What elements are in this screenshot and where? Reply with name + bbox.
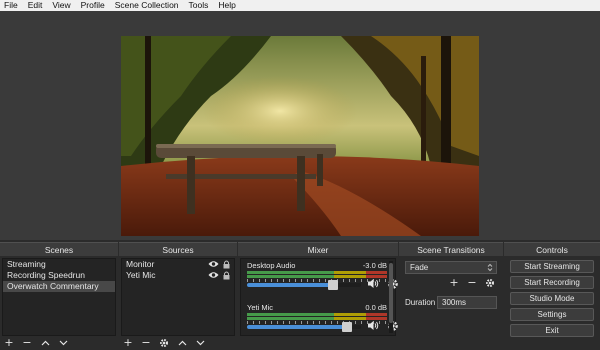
level-meter [247, 313, 387, 324]
sources-dock: Sources Monitor Yeti Mic + − [119, 242, 237, 350]
studio-mode-button[interactable]: Studio Mode [510, 292, 594, 305]
remove-scene-minus-icon[interactable]: − [22, 337, 32, 348]
add-scene-plus-icon[interactable]: + [4, 337, 14, 348]
channel-name: Desktop Audio [247, 261, 296, 270]
add-source-plus-icon[interactable]: + [123, 337, 133, 348]
transition-tools: + − [449, 277, 495, 288]
channel-db: -3.0 dB [362, 261, 387, 270]
start-recording-button[interactable]: Start Recording [510, 276, 594, 289]
transitions-dock: Scene Transitions Fade + − Duration 300m… [399, 242, 503, 350]
meter-ticks [247, 321, 387, 324]
menu-tools[interactable]: Tools [189, 0, 209, 11]
volume-knob[interactable] [342, 322, 353, 332]
mixer-dock: Mixer Desktop Audio -3.0 dB Yeti Mic 0.0 dB [238, 242, 398, 350]
sources-toolbar: + − [123, 336, 233, 350]
move-source-up-chevron-up-icon[interactable] [177, 338, 187, 348]
settings-button[interactable]: Settings [510, 308, 594, 321]
scenes-toolbar: + − [4, 336, 114, 350]
transitions-title: Scene Transitions [399, 242, 503, 256]
meter-bar-right [247, 275, 387, 278]
speaker-icon[interactable] [367, 320, 379, 333]
add-transition-plus-icon[interactable]: + [449, 277, 459, 288]
menu-edit[interactable]: Edit [28, 0, 43, 11]
dock-row: Scenes Streaming Recording Speedrun Overwa… [0, 242, 600, 350]
menu-view[interactable]: View [52, 0, 70, 11]
mixer-channel: Yeti Mic 0.0 dB [245, 303, 398, 345]
transitions-panel: Fade + − Duration 300ms [401, 258, 501, 336]
menu-scene-collection[interactable]: Scene Collection [115, 0, 179, 11]
mixer-scrollbar-thumb[interactable] [389, 263, 393, 323]
transition-properties-gear-icon[interactable] [485, 278, 495, 288]
scenes-dock: Scenes Streaming Recording Speedrun Overwa… [0, 242, 118, 350]
move-scene-down-chevron-down-icon[interactable] [58, 338, 68, 348]
volume-slider[interactable] [247, 322, 361, 332]
scene-item[interactable]: Streaming [3, 259, 115, 270]
preview-canvas[interactable] [121, 36, 479, 236]
volume-fill [247, 283, 333, 287]
duration-value: 300ms [442, 298, 467, 307]
sources-title: Sources [119, 242, 237, 256]
scenes-list[interactable]: Streaming Recording Speedrun Overwatch Com… [2, 258, 116, 336]
source-item-controls [208, 271, 230, 283]
move-scene-up-chevron-up-icon[interactable] [40, 338, 50, 348]
volume-knob[interactable] [327, 280, 338, 290]
source-item[interactable]: Monitor [122, 259, 234, 270]
sources-list[interactable]: Monitor Yeti Mic [121, 258, 235, 336]
mixer-scrollbar[interactable] [389, 261, 393, 333]
source-item-label: Yeti Mic [126, 270, 156, 280]
eye-icon[interactable] [208, 271, 219, 283]
preview-image [121, 36, 479, 236]
duration-label: Duration [405, 298, 436, 307]
channel-db: 0.0 dB [365, 303, 387, 312]
controls-title: Controls [504, 242, 600, 256]
meter-bar-left [247, 271, 387, 274]
level-meter [247, 271, 387, 282]
meter-ticks [247, 279, 387, 282]
exit-button[interactable]: Exit [510, 324, 594, 337]
volume-slider[interactable] [247, 280, 361, 290]
menu-help[interactable]: Help [218, 0, 235, 11]
source-item[interactable]: Yeti Mic [122, 270, 234, 281]
menu-bar: File Edit View Profile Scene Collection … [0, 0, 600, 11]
select-arrows-icon [486, 263, 494, 272]
move-source-down-chevron-down-icon[interactable] [195, 338, 205, 348]
scene-item[interactable]: Recording Speedrun [3, 270, 115, 281]
meter-bar-right [247, 317, 387, 320]
speaker-icon[interactable] [367, 278, 379, 291]
transition-select-value: Fade [410, 263, 429, 272]
duration-input[interactable]: 300ms [437, 296, 497, 309]
controls-dock: Controls Start Streaming Start Recording… [504, 242, 600, 350]
menu-file[interactable]: File [4, 0, 18, 11]
start-streaming-button[interactable]: Start Streaming [510, 260, 594, 273]
volume-fill [247, 325, 348, 329]
mixer-channel: Desktop Audio -3.0 dB [245, 261, 398, 303]
source-properties-gear-icon[interactable] [159, 338, 169, 348]
remove-source-minus-icon[interactable]: − [141, 337, 151, 348]
scenes-title: Scenes [0, 242, 118, 256]
meter-bar-left [247, 313, 387, 316]
scene-item[interactable]: Overwatch Commentary [3, 281, 115, 292]
mixer-panel: Desktop Audio -3.0 dB Yeti Mic 0.0 dB [240, 258, 398, 336]
mixer-title: Mixer [238, 242, 398, 256]
lock-icon[interactable] [223, 271, 230, 283]
transition-select[interactable]: Fade [405, 261, 497, 274]
menu-profile[interactable]: Profile [81, 0, 105, 11]
channel-name: Yeti Mic [247, 303, 273, 312]
source-item-label: Monitor [126, 259, 155, 269]
preview-area [0, 11, 600, 240]
remove-transition-minus-icon[interactable]: − [467, 277, 477, 288]
controls-panel: Start Streaming Start Recording Studio M… [506, 258, 598, 337]
